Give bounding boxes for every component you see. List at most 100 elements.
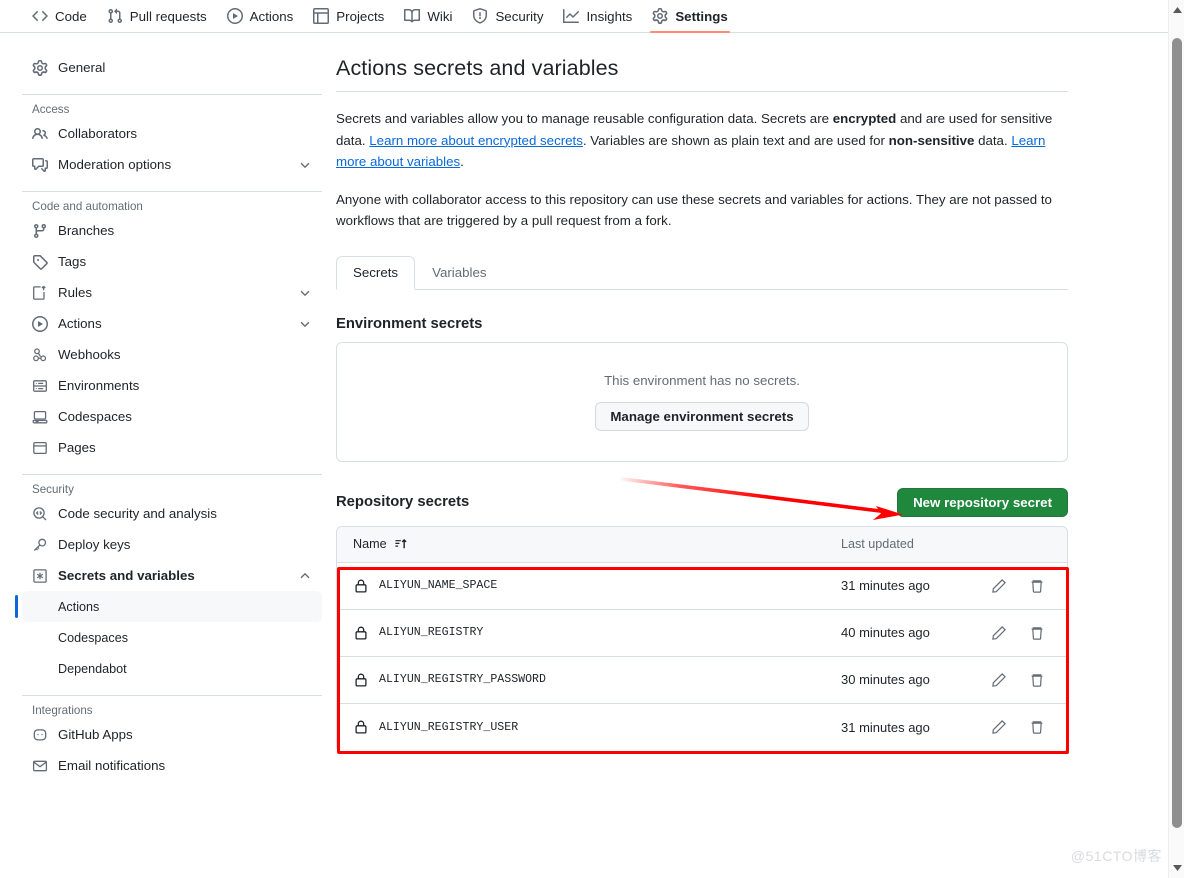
- sort-asc-icon[interactable]: [394, 537, 408, 551]
- comment-discussion-icon: [32, 157, 48, 173]
- mail-icon: [32, 758, 48, 774]
- sidebar-item-email-notifications[interactable]: Email notifications: [22, 750, 322, 781]
- sidebar-item-tags[interactable]: Tags: [22, 246, 322, 277]
- sidebar-item-label: Email notifications: [58, 758, 166, 773]
- sidebar-group-integrations: Integrations: [32, 704, 93, 717]
- trash-icon[interactable]: [1029, 625, 1045, 641]
- repository-nav: Code Pull requests Actions Projects Wiki…: [0, 0, 1168, 33]
- sidebar-item-actions[interactable]: Actions: [22, 308, 322, 339]
- chevron-down-icon[interactable]: [298, 158, 312, 172]
- nav-item-pull-requests[interactable]: Pull requests: [97, 0, 217, 32]
- play-circle-icon: [226, 8, 243, 24]
- sidebar-item-webhooks[interactable]: Webhooks: [22, 339, 322, 370]
- browser-icon: [32, 440, 48, 456]
- table-row[interactable]: ALIYUN_NAME_SPACE 31 minutes ago: [337, 562, 1067, 610]
- settings-sidebar: General Access Collaborators Moderation …: [15, 52, 322, 781]
- trash-icon[interactable]: [1029, 719, 1045, 735]
- lock-icon: [353, 578, 369, 594]
- pencil-icon[interactable]: [991, 625, 1007, 641]
- pencil-icon[interactable]: [991, 719, 1007, 735]
- trash-icon[interactable]: [1029, 672, 1045, 688]
- sidebar-item-pages[interactable]: Pages: [22, 432, 322, 463]
- webhook-icon: [32, 347, 48, 363]
- lock-icon: [353, 719, 369, 735]
- nav-item-actions[interactable]: Actions: [217, 0, 304, 32]
- sidebar-item-label: Code security and analysis: [58, 506, 217, 521]
- secret-name: ALIYUN_NAME_SPACE: [379, 579, 498, 593]
- tab-variables[interactable]: Variables: [415, 256, 503, 290]
- scroll-up-icon[interactable]: [1169, 2, 1184, 18]
- play-circle-icon: [32, 315, 48, 332]
- scrollbar-thumb[interactable]: [1172, 38, 1182, 828]
- nav-item-settings[interactable]: Settings: [642, 0, 737, 33]
- nav-item-security[interactable]: Security: [462, 0, 553, 32]
- secret-name: ALIYUN_REGISTRY_USER: [379, 720, 519, 734]
- sidebar-item-secrets-and-variables[interactable]: Secrets and variables: [22, 560, 322, 591]
- trash-icon[interactable]: [1029, 578, 1045, 594]
- table-row[interactable]: ALIYUN_REGISTRY_USER 31 minutes ago: [337, 703, 1067, 751]
- sidebar-item-label: Webhooks: [58, 347, 121, 362]
- pencil-icon[interactable]: [991, 672, 1007, 688]
- sidebar-item-branches[interactable]: Branches: [22, 215, 322, 246]
- intro-text-a: Secrets and variables allow you to manag…: [336, 111, 833, 126]
- sidebar-item-github-apps[interactable]: GitHub Apps: [22, 719, 322, 750]
- server-icon: [32, 378, 48, 394]
- repository-secrets-table: Name Last updated ALIYUN_NAME_SPACE 31 m…: [336, 525, 1068, 752]
- manage-environment-secrets-button[interactable]: Manage environment secrets: [595, 401, 809, 431]
- secret-updated: 40 minutes ago: [841, 625, 930, 641]
- nav-item-insights[interactable]: Insights: [553, 0, 642, 32]
- lock-icon: [353, 672, 369, 688]
- sidebar-item-general[interactable]: General: [22, 52, 322, 83]
- learn-more-encrypted-secrets-link[interactable]: Learn more about encrypted secrets: [369, 133, 583, 148]
- column-header-label: Name: [353, 537, 387, 552]
- nav-item-projects[interactable]: Projects: [303, 0, 394, 32]
- page-scrollbar[interactable]: [1168, 0, 1184, 878]
- sidebar-item-label: Pages: [58, 440, 96, 455]
- sidebar-item-label: Environments: [58, 378, 140, 393]
- secret-name: ALIYUN_REGISTRY: [379, 626, 484, 640]
- pencil-icon[interactable]: [991, 578, 1007, 594]
- sidebar-subitem-codespaces[interactable]: Codespaces: [22, 622, 322, 653]
- sidebar-item-label: Secrets and variables: [58, 568, 195, 583]
- nav-item-label: Insights: [586, 8, 633, 24]
- sidebar-item-environments[interactable]: Environments: [22, 370, 322, 401]
- people-icon: [32, 126, 48, 142]
- chevron-up-icon[interactable]: [298, 569, 312, 583]
- lock-icon: [353, 625, 369, 641]
- scroll-down-icon[interactable]: [1169, 860, 1184, 876]
- sidebar-item-deploy-keys[interactable]: Deploy keys: [22, 529, 322, 560]
- nav-item-wiki[interactable]: Wiki: [394, 0, 462, 32]
- code-scan-icon: [32, 506, 48, 522]
- sidebar-item-label: General: [58, 60, 106, 75]
- sidebar-item-collaborators[interactable]: Collaborators: [22, 118, 322, 149]
- table-row[interactable]: ALIYUN_REGISTRY_PASSWORD 30 minutes ago: [337, 656, 1067, 704]
- main-content: Actions secrets and variables Secrets an…: [336, 56, 1068, 752]
- secrets-variables-tablist: Secrets Variables: [336, 254, 1068, 290]
- sidebar-item-label: Actions: [58, 316, 102, 331]
- new-repository-secret-button[interactable]: New repository secret: [897, 487, 1068, 517]
- sidebar-divider: [22, 94, 322, 95]
- sidebar-item-label: Branches: [58, 223, 115, 238]
- environment-secrets-empty-text: This environment has no secrets.: [604, 372, 800, 388]
- gear-icon: [32, 59, 48, 76]
- sidebar-item-moderation-options[interactable]: Moderation options: [22, 149, 322, 180]
- nav-item-label: Security: [495, 8, 544, 24]
- sidebar-item-rules[interactable]: Rules: [22, 277, 322, 308]
- rules-icon: [32, 285, 48, 301]
- nav-item-label: Actions: [249, 8, 294, 24]
- graph-icon: [563, 8, 580, 24]
- nav-item-code[interactable]: Code: [22, 0, 97, 32]
- chevron-down-icon[interactable]: [298, 286, 312, 300]
- column-header-name[interactable]: Name: [353, 537, 841, 551]
- chevron-down-icon[interactable]: [298, 317, 312, 331]
- tab-secrets[interactable]: Secrets: [336, 255, 416, 290]
- sidebar-divider: [22, 695, 322, 696]
- sidebar-subitem-dependabot[interactable]: Dependabot: [22, 653, 322, 684]
- sidebar-item-code-security-and-analysis[interactable]: Code security and analysis: [22, 498, 322, 529]
- sidebar-item-codespaces[interactable]: Codespaces: [22, 401, 322, 432]
- sidebar-subitem-actions[interactable]: Actions: [15, 591, 322, 622]
- table-row[interactable]: ALIYUN_REGISTRY 40 minutes ago: [337, 609, 1067, 657]
- row-actions: [957, 672, 1051, 688]
- table-header: Name Last updated: [337, 526, 1067, 563]
- sidebar-subitem-label: Dependabot: [58, 661, 127, 676]
